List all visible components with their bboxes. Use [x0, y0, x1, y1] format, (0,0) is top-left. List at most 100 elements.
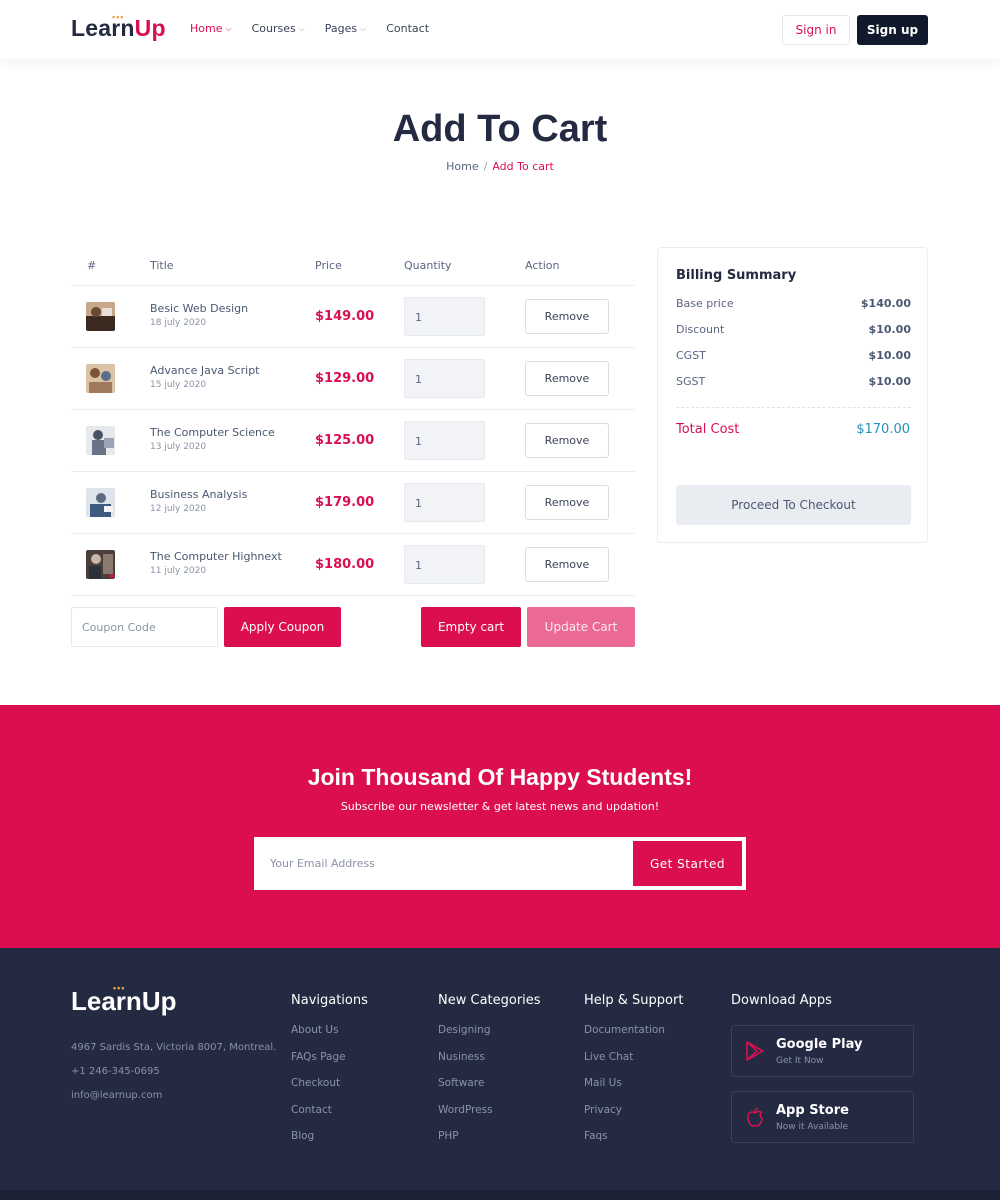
course-thumbnail[interactable]	[86, 302, 115, 331]
remove-button[interactable]: Remove	[525, 299, 609, 334]
app-store-button[interactable]: App Store Now it Available	[731, 1091, 914, 1143]
course-price: $180.00	[315, 557, 375, 572]
google-play-button[interactable]: Google Play Get It Now	[731, 1025, 914, 1077]
store-subtitle: Now it Available	[776, 1122, 849, 1132]
footer-link[interactable]: Contact	[291, 1104, 368, 1131]
billing-row: SGST $10.00	[676, 375, 911, 388]
quantity-input[interactable]: 1	[404, 359, 485, 398]
signin-button[interactable]: Sign in	[782, 15, 850, 45]
nav-pages[interactable]: Pages ⌵	[325, 22, 366, 35]
empty-cart-button[interactable]: Empty cart	[421, 607, 521, 647]
chevron-down-icon: ⌵	[298, 23, 305, 33]
apply-coupon-button[interactable]: Apply Coupon	[224, 607, 341, 647]
footer-link[interactable]: PHP	[438, 1130, 541, 1157]
cart-row: Business Analysis 12 july 2020 $179.00 1…	[71, 472, 635, 534]
footer-link[interactable]: Mail Us	[584, 1077, 683, 1104]
logo-dots-icon: •••	[112, 12, 125, 22]
footer-link[interactable]: Documentation	[584, 1024, 683, 1051]
footer-logo-learn: Learn	[71, 986, 142, 1016]
get-started-button[interactable]: Get Started	[633, 841, 742, 886]
footer-email[interactable]: info@learnup.com	[71, 1090, 162, 1101]
newsletter-section: Join Thousand Of Happy Students! Subscri…	[0, 705, 1000, 948]
quantity-input[interactable]: 1	[404, 483, 485, 522]
course-title[interactable]: Business Analysis	[150, 488, 247, 501]
remove-button[interactable]: Remove	[525, 485, 609, 520]
google-play-icon	[746, 1041, 764, 1061]
footer-link[interactable]: Designing	[438, 1024, 541, 1051]
signup-button[interactable]: Sign up	[857, 15, 928, 45]
course-thumbnail[interactable]	[86, 550, 115, 579]
footer-bottom-bar	[0, 1190, 1000, 1200]
logo-learn: Learn	[71, 15, 135, 41]
footer-heading: Navigations	[291, 993, 368, 1008]
logo[interactable]: LearnUp •••	[71, 12, 166, 42]
course-title[interactable]: Advance Java Script	[150, 364, 259, 377]
breadcrumb-separator: /	[483, 160, 488, 173]
course-price: $179.00	[315, 495, 375, 510]
course-price: $129.00	[315, 371, 375, 386]
update-cart-button[interactable]: Update Cart	[527, 607, 635, 647]
nav-contact[interactable]: Contact	[386, 22, 429, 35]
footer-link[interactable]: Faqs	[584, 1130, 683, 1157]
chevron-down-icon: ⌵	[225, 23, 232, 33]
chevron-down-icon: ⌵	[360, 23, 367, 33]
store-name: Google Play	[776, 1037, 863, 1052]
footer-phone[interactable]: +1 246-345-0695	[71, 1066, 160, 1077]
cart-row: Advance Java Script 15 july 2020 $129.00…	[71, 348, 635, 410]
quantity-input[interactable]: 1	[404, 297, 485, 336]
billing-row: Base price $140.00	[676, 297, 911, 310]
breadcrumb-current: Add To cart	[492, 160, 554, 173]
logo-up: Up	[134, 15, 166, 41]
logo-dots-icon: •••	[113, 983, 126, 993]
proceed-checkout-button[interactable]: Proceed To Checkout	[676, 485, 911, 525]
col-quantity: Quantity	[404, 259, 452, 272]
footer-heading: Download Apps	[731, 993, 832, 1008]
footer-column-support: Help & Support Documentation Live Chat M…	[584, 993, 683, 1157]
footer-link[interactable]: Live Chat	[584, 1051, 683, 1078]
remove-button[interactable]: Remove	[525, 547, 609, 582]
footer-link[interactable]: About Us	[291, 1024, 368, 1051]
billing-summary: Billing Summary Base price $140.00 Disco…	[657, 247, 928, 543]
course-date: 12 july 2020	[150, 504, 207, 514]
course-thumbnail[interactable]	[86, 364, 115, 393]
footer-address: 4967 Sardis Sta, Victoria 8007, Montreal…	[71, 1042, 277, 1053]
store-subtitle: Get It Now	[776, 1056, 824, 1066]
course-thumbnail[interactable]	[86, 488, 115, 517]
footer-link[interactable]: Checkout	[291, 1077, 368, 1104]
footer-link[interactable]: WordPress	[438, 1104, 541, 1131]
course-thumbnail[interactable]	[86, 426, 115, 455]
billing-divider	[676, 407, 911, 408]
course-title[interactable]: The Computer Science	[150, 426, 275, 439]
footer-link[interactable]: Software	[438, 1077, 541, 1104]
page-title: Add To Cart	[392, 108, 608, 150]
billing-value: $10.00	[868, 375, 911, 388]
quantity-input[interactable]: 1	[404, 545, 485, 584]
col-index: #	[87, 259, 97, 272]
course-title[interactable]: The Computer Highnext	[150, 550, 282, 563]
nav-home[interactable]: Home ⌵	[190, 22, 232, 35]
footer-column-navigations: Navigations About Us FAQs Page Checkout …	[291, 993, 368, 1157]
newsletter-form: Your Email Address Get Started	[254, 837, 746, 890]
nav-courses[interactable]: Courses ⌵	[252, 22, 305, 35]
quantity-input[interactable]: 1	[404, 421, 485, 460]
coupon-input[interactable]: Coupon Code	[71, 607, 218, 647]
footer-link[interactable]: FAQs Page	[291, 1051, 368, 1078]
footer-logo[interactable]: LearnUp •••	[71, 983, 176, 1017]
footer-link[interactable]: Nusiness	[438, 1051, 541, 1078]
billing-value: $10.00	[868, 349, 911, 362]
apple-icon	[747, 1107, 763, 1127]
cart-row: The Computer Highnext 11 july 2020 $180.…	[71, 534, 635, 596]
remove-button[interactable]: Remove	[525, 361, 609, 396]
footer-link[interactable]: Blog	[291, 1130, 368, 1157]
remove-button[interactable]: Remove	[525, 423, 609, 458]
course-title[interactable]: Besic Web Design	[150, 302, 248, 315]
billing-value: $10.00	[868, 323, 911, 336]
main-nav: Home ⌵ Courses ⌵ Pages ⌵ Contact	[190, 22, 429, 35]
breadcrumb-home[interactable]: Home	[446, 160, 478, 173]
course-date: 15 july 2020	[150, 380, 207, 390]
cart-row: Besic Web Design 18 july 2020 $149.00 1 …	[71, 286, 635, 348]
cart-table-header: # Title Price Quantity Action	[71, 246, 635, 286]
email-input[interactable]: Your Email Address	[270, 857, 375, 870]
footer-link[interactable]: Privacy	[584, 1104, 683, 1131]
newsletter-subtitle: Subscribe our newsletter & get latest ne…	[340, 800, 660, 813]
